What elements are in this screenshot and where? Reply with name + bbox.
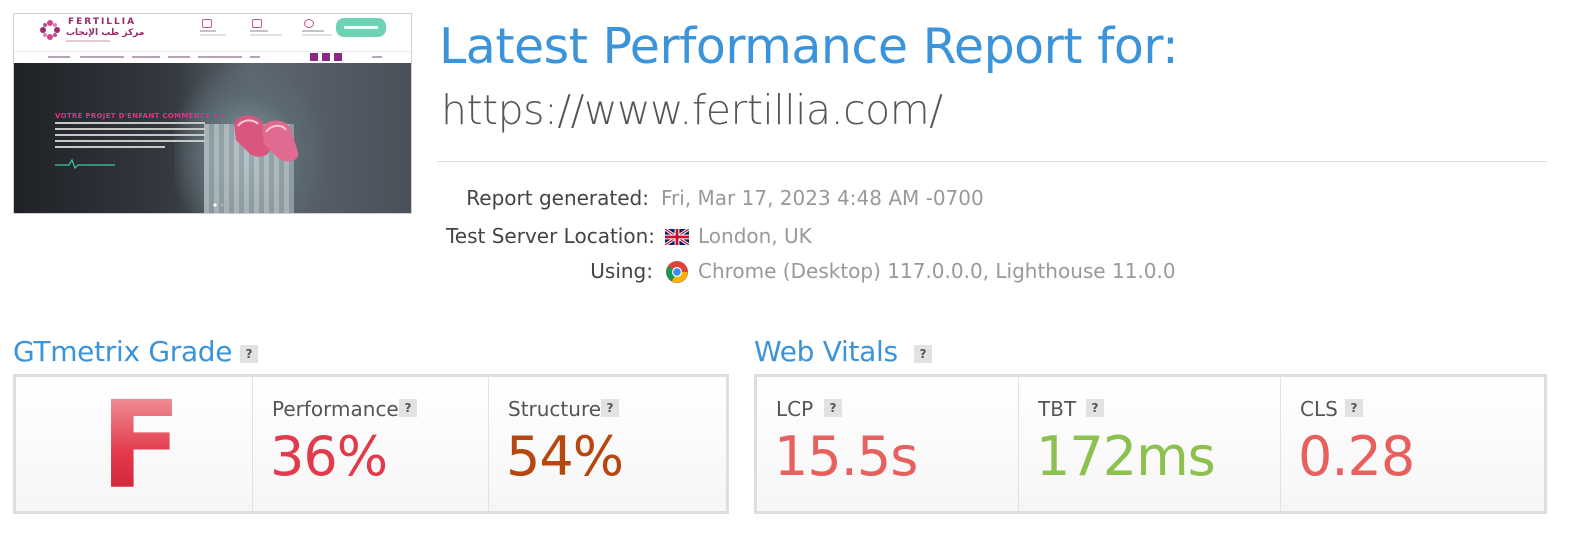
grade-cell: F (16, 377, 253, 511)
test-server-location-row: Test Server Location: (420, 224, 655, 250)
thumbnail-social-icon (322, 53, 330, 61)
thumbnail-header-label (250, 30, 268, 32)
web-vitals-help-icon[interactable]: ? (914, 345, 932, 363)
header-divider (437, 161, 1547, 162)
thumbnail-nav-item (250, 56, 260, 58)
performance-label: Performance (272, 397, 399, 421)
cls-help-icon[interactable]: ? (1345, 399, 1363, 417)
thumbnail-header-sublabel (250, 34, 282, 36)
cls-value: 0.28 (1298, 425, 1415, 488)
gtmetrix-grade-panel: F Performance ? 36% Structure ? 54% (13, 374, 729, 514)
thumbnail-hero-title: VOTRE PROJET D'ENFANT COMMENCE ICI (55, 112, 225, 120)
structure-cell: Structure ? 54% (489, 377, 726, 511)
tbt-cell: TBT ? 172ms (1019, 377, 1281, 511)
carousel-dots (213, 203, 231, 207)
performance-help-icon[interactable]: ? (399, 399, 417, 417)
thumbnail-social-icon (334, 53, 342, 61)
structure-help-icon[interactable]: ? (601, 399, 619, 417)
thumbnail-location-icon (304, 19, 314, 28)
thumbnail-logo-arabic: مركز طب الإنجاب (66, 28, 145, 38)
cls-label: CLS (1300, 397, 1338, 421)
report-title: Latest Performance Report for: (439, 18, 1179, 75)
structure-value: 54% (506, 425, 624, 488)
site-screenshot-thumbnail[interactable]: FERTILLIA مركز طب الإنجاب VOTRE PROJET D… (13, 13, 412, 214)
thumbnail-header-sublabel (302, 34, 332, 36)
test-server-location-label: Test Server Location: (445, 224, 655, 248)
using-row: Using: (420, 259, 653, 285)
report-generated-row: Report generated: (420, 186, 649, 212)
thumbnail-logo-text: FERTILLIA (68, 17, 137, 27)
thumbnail-nav-bar (14, 51, 411, 63)
performance-cell: Performance ? 36% (253, 377, 489, 511)
baby-shoes-icon (234, 115, 299, 162)
web-vitals-panel: LCP ? 15.5s TBT ? 172ms CLS ? 0.28 (754, 374, 1547, 514)
thumbnail-nav-item (80, 56, 124, 58)
lcp-cell: LCP ? 15.5s (757, 377, 1019, 511)
thumbnail-hero-text-line (55, 128, 205, 130)
thumbnail-hero-text-line (55, 146, 165, 148)
thumbnail-mail-icon (202, 19, 212, 28)
uk-flag-icon (665, 229, 689, 245)
thumbnail-hero-text-line (55, 140, 205, 142)
structure-label: Structure (508, 397, 602, 421)
report-url[interactable]: https://www.fertillia.com/ (441, 86, 943, 134)
thumbnail-clock-icon (252, 19, 262, 28)
grade-letter: F (100, 377, 182, 516)
thumbnail-hero-text-line (55, 122, 205, 124)
thumbnail-header-label (302, 30, 324, 32)
thumbnail-hero-text-line (55, 134, 205, 136)
lcp-help-icon[interactable]: ? (824, 399, 842, 417)
thumbnail-header-label (200, 30, 216, 32)
thumbnail-nav-item (198, 56, 242, 58)
chrome-icon (666, 261, 688, 283)
thumbnail-nav-item (168, 56, 190, 58)
cls-cell: CLS ? 0.28 (1281, 377, 1544, 511)
web-vitals-title: Web Vitals (754, 335, 898, 368)
thumbnail-language-selector (372, 56, 382, 58)
report-generated-value: Fri, Mar 17, 2023 4:48 AM -0700 (661, 186, 984, 210)
report-generated-label: Report generated: (466, 186, 649, 210)
lcp-label: LCP (776, 397, 814, 421)
tbt-label: TBT (1038, 397, 1077, 421)
thumbnail-logo-subline (66, 40, 110, 42)
tbt-value: 172ms (1036, 425, 1216, 488)
tbt-help-icon[interactable]: ? (1086, 399, 1104, 417)
heartbeat-line-icon (55, 159, 115, 169)
test-server-location-value: London, UK (698, 224, 812, 248)
thumbnail-nav-item (132, 56, 160, 58)
lcp-value: 15.5s (774, 425, 918, 488)
thumbnail-social-icon (310, 53, 318, 61)
using-value: Chrome (Desktop) 117.0.0.0, Lighthouse 1… (698, 259, 1176, 283)
fertillia-logo-icon (40, 20, 60, 40)
thumbnail-cta-button (336, 18, 386, 37)
gtmetrix-grade-help-icon[interactable]: ? (240, 345, 258, 363)
performance-value: 36% (270, 425, 388, 488)
gtmetrix-grade-title: GTmetrix Grade (13, 335, 233, 368)
thumbnail-site-header: FERTILLIA مركز طب الإنجاب (14, 14, 411, 51)
thumbnail-nav-item (48, 56, 70, 58)
using-label: Using: (590, 259, 653, 283)
thumbnail-header-sublabel (200, 34, 226, 36)
